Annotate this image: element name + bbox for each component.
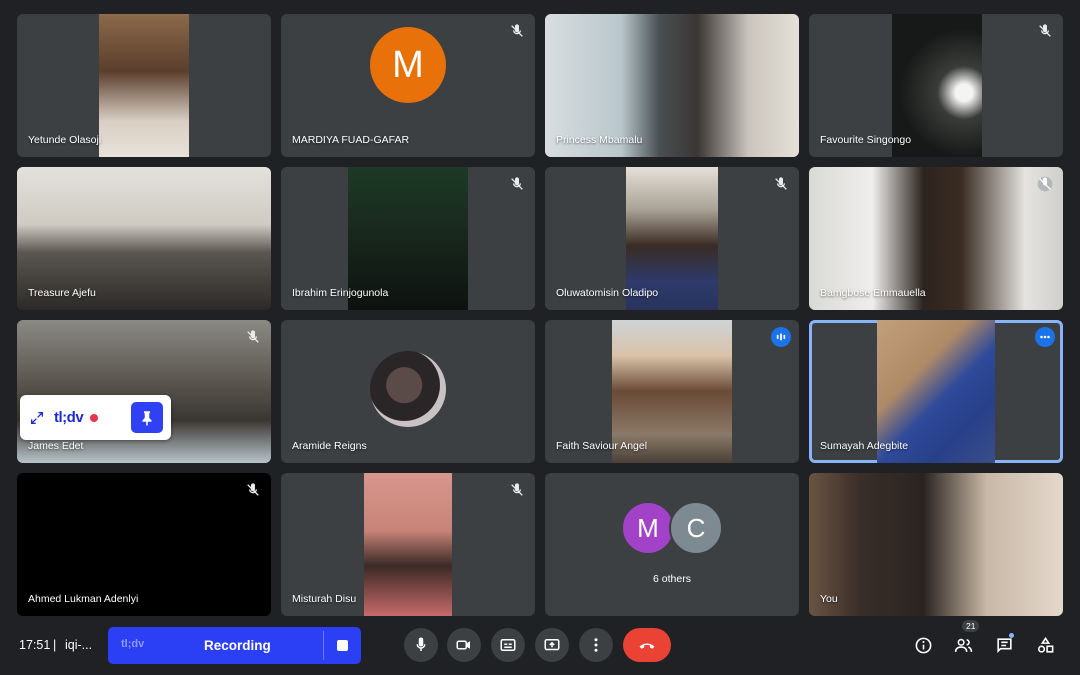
participants-count-badge: 21	[962, 620, 980, 632]
more-vert-icon	[594, 638, 598, 652]
participant-tile[interactable]: Aramide Reigns	[281, 320, 535, 463]
participant-tile[interactable]: Ahmed Lukman Adenlyi	[17, 473, 271, 616]
participant-name: Princess Mbamalu	[556, 134, 643, 146]
activities-button[interactable]	[1031, 631, 1059, 659]
video-feed	[809, 473, 1063, 616]
participant-name: Treasure Ajefu	[28, 287, 96, 299]
recording-dot-icon	[90, 413, 99, 422]
participant-name: Faith Saviour Angel	[556, 440, 648, 452]
more-options-icon[interactable]	[1035, 327, 1055, 347]
mic-off-icon	[509, 176, 525, 192]
end-call-icon	[639, 643, 655, 649]
recording-pill[interactable]: tl;dv Recording	[108, 627, 361, 664]
speaking-indicator-icon	[771, 327, 791, 347]
participant-name: Ibrahim Erinjogunola	[292, 287, 389, 299]
tldv-widget[interactable]: tl;dv	[20, 395, 171, 440]
participant-name: Oluwatomisin Oladipo	[556, 287, 659, 299]
participant-tile[interactable]: Faith Saviour Angel	[545, 320, 799, 463]
avatar: M	[621, 501, 675, 555]
participant-name: Aramide Reigns	[292, 440, 367, 452]
others-tile[interactable]: M C 6 others	[545, 473, 799, 616]
participant-name: You	[820, 593, 838, 605]
meeting-code: iqi-...	[65, 638, 93, 652]
participant-tile-self[interactable]: You	[809, 473, 1063, 616]
people-button[interactable]	[949, 631, 977, 659]
participant-tile[interactable]: Bamgbose Emmauella	[809, 167, 1063, 310]
participant-tile[interactable]: Ibrahim Erinjogunola	[281, 167, 535, 310]
participant-tile[interactable]: M MARDIYA FUAD-GAFAR	[281, 14, 535, 157]
participant-name: Bamgbose Emmauella	[820, 287, 926, 299]
mic-off-icon	[245, 329, 261, 345]
meeting-time: 17:51	[19, 638, 51, 652]
info-icon	[915, 637, 931, 653]
participant-name: Favourite Singongo	[820, 134, 912, 146]
participant-tile[interactable]: Oluwatomisin Oladipo	[545, 167, 799, 310]
participant-tile[interactable]: James Edet	[17, 320, 271, 463]
participant-name: James Edet	[28, 440, 84, 452]
microphone-icon	[416, 637, 426, 651]
control-bar: 17:51 | iqi-... tl;dv Recording	[0, 620, 1080, 675]
chat-icon	[996, 637, 1012, 653]
mic-off-icon	[509, 23, 525, 39]
separator: |	[53, 638, 57, 652]
tldv-logo: tl;dv	[121, 638, 145, 650]
captions-icon	[500, 639, 516, 651]
mic-off-icon	[1037, 176, 1053, 192]
captions-button[interactable]	[491, 628, 525, 662]
participant-grid: Yetunde Olasoji M MARDIYA FUAD-GAFAR Pri…	[0, 0, 1080, 620]
participant-name: Misturah Disu	[292, 593, 357, 605]
participant-tile[interactable]: Princess Mbamalu	[545, 14, 799, 157]
participant-name: Ahmed Lukman Adenlyi	[28, 593, 139, 605]
mic-off-icon	[773, 176, 789, 192]
avatar: C	[669, 501, 723, 555]
present-icon	[544, 639, 560, 651]
participant-tile[interactable]: Treasure Ajefu	[17, 167, 271, 310]
meeting-details-button[interactable]	[909, 631, 937, 659]
chat-notification-dot	[1009, 633, 1014, 638]
participant-tile[interactable]: Favourite Singongo	[809, 14, 1063, 157]
avatar	[370, 350, 446, 427]
others-avatars: M C	[621, 501, 723, 555]
video-feed	[364, 473, 452, 616]
camera-icon	[456, 640, 470, 650]
present-screen-button[interactable]	[535, 628, 569, 662]
tldv-logo: tl;dv	[54, 409, 84, 426]
people-icon	[954, 638, 972, 652]
mic-off-icon	[509, 482, 525, 498]
microphone-button[interactable]	[404, 628, 438, 662]
more-options-button[interactable]	[579, 628, 613, 662]
mic-off-icon	[1037, 23, 1053, 39]
recording-label: Recording	[204, 638, 271, 653]
video-feed	[99, 14, 189, 157]
end-call-button[interactable]	[623, 628, 671, 662]
participant-tile-active[interactable]: Sumayah Adegbite	[809, 320, 1063, 463]
camera-button[interactable]	[447, 628, 481, 662]
participant-tile[interactable]: Misturah Disu	[281, 473, 535, 616]
participant-name: Sumayah Adegbite	[820, 440, 909, 452]
stop-recording-button[interactable]	[337, 640, 348, 651]
mic-off-icon	[245, 482, 261, 498]
participant-name: Yetunde Olasoji	[28, 134, 102, 146]
participant-tile[interactable]: Yetunde Olasoji	[17, 14, 271, 157]
divider	[323, 631, 324, 660]
participant-name: MARDIYA FUAD-GAFAR	[292, 134, 410, 146]
pin-icon	[142, 410, 152, 425]
pin-button[interactable]	[131, 402, 163, 433]
avatar: M	[370, 27, 446, 104]
others-count-label: 6 others	[653, 573, 691, 585]
activities-icon	[1037, 636, 1053, 653]
expand-icon[interactable]	[20, 395, 54, 440]
